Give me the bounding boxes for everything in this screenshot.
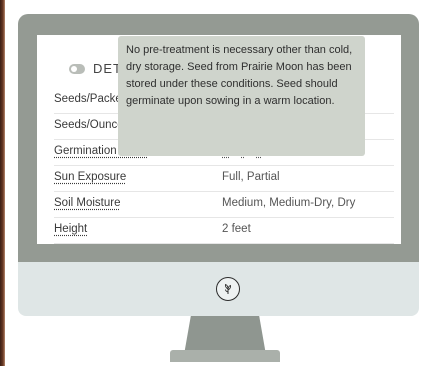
soil-moisture-link[interactable]: Soil Moisture [54, 197, 120, 209]
height-link[interactable]: Height [54, 223, 87, 235]
germination-tooltip: No pre-treatment is necessary other than… [118, 36, 365, 156]
detail-row-sun-exposure: Sun Exposure Full, Partial [54, 167, 394, 192]
detail-label: Seeds/Ounce [54, 119, 124, 131]
screen-bottom-band [37, 244, 401, 262]
detail-row-height: Height 2 feet [54, 219, 394, 244]
leaf-logo-icon-graphic [224, 283, 232, 294]
detail-row-soil-moisture: Soil Moisture Medium, Medium-Dry, Dry [54, 193, 394, 218]
sun-exposure-link[interactable]: Sun Exposure [54, 171, 126, 183]
monitor-stand-base [170, 350, 280, 362]
leaf-logo-icon [216, 277, 240, 301]
detail-value: Medium, Medium-Dry, Dry [222, 197, 356, 209]
detail-value: 2 feet [222, 223, 251, 235]
detail-value: Full, Partial [222, 171, 280, 183]
background-edge [0, 0, 5, 366]
detail-label: Seeds/Packet [54, 93, 125, 105]
toggle-icon[interactable] [69, 63, 85, 74]
monitor-stand [184, 316, 266, 352]
